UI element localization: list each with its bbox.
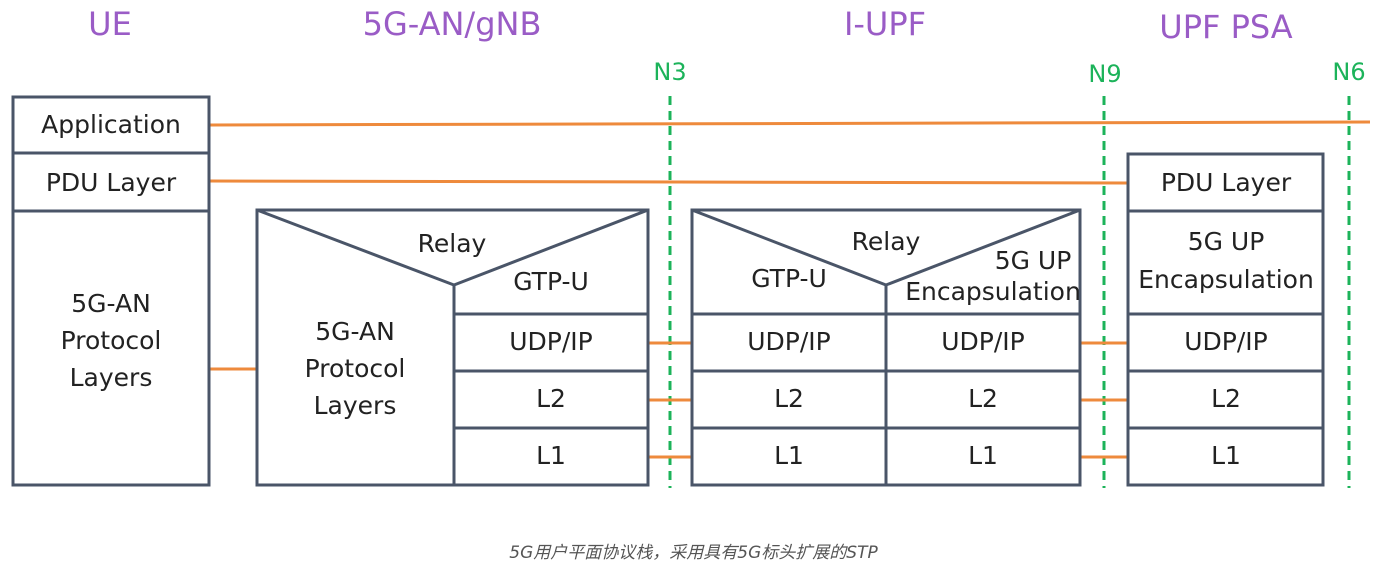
gnb-relay-label: Relay <box>418 229 487 258</box>
gnb-stack: Relay 5G-AN Protocol Layers GTP-U UDP/IP… <box>255 208 650 487</box>
iupf-gtpu-label: GTP-U <box>751 264 827 293</box>
ue-an-protocol-label-line3: Layers <box>70 363 153 392</box>
iupf-udpip-right-label: UDP/IP <box>941 327 1025 356</box>
gnb-l1-label: L1 <box>536 441 566 470</box>
pdu-layer-peer-line <box>208 179 1129 185</box>
interface-label-n3: N3 <box>653 58 686 86</box>
iupf-udpip-left-label: UDP/IP <box>747 327 831 356</box>
gnb-udpip-label: UDP/IP <box>509 327 593 356</box>
iupf-l1-right-label: L1 <box>968 441 998 470</box>
gnb-l2-label: L2 <box>536 384 566 413</box>
ue-an-protocol-label-line1: 5G-AN <box>71 289 151 318</box>
iupf-stack: Relay GTP-U 5G UP Encapsulation UDP/IP U… <box>690 208 1082 487</box>
psa-encap-label-line1: 5G UP <box>1188 227 1265 256</box>
node-title-ue: UE <box>88 5 132 43</box>
protocol-stack-diagram: UE 5G-AN/gNB I-UPF UPF PSA N3 N9 N6 Appl… <box>11 5 1371 488</box>
node-title-iupf: I-UPF <box>844 5 926 43</box>
ue-pdu-layer-label: PDU Layer <box>46 168 177 197</box>
ue-stack: Application PDU Layer 5G-AN Protocol Lay… <box>11 95 211 487</box>
ue-application-label: Application <box>41 110 181 139</box>
gnb-an-protocol-label-line3: Layers <box>314 391 397 420</box>
iupf-l2-right-label: L2 <box>968 384 998 413</box>
gnb-an-protocol-label-line2: Protocol <box>305 354 406 383</box>
application-peer-line <box>208 120 1371 127</box>
iupf-l1-left-label: L1 <box>774 441 804 470</box>
gnb-gtpu-label: GTP-U <box>513 267 589 296</box>
psa-pdu-layer-label: PDU Layer <box>1161 168 1292 197</box>
iupf-relay-label: Relay <box>852 227 921 256</box>
node-title-upf-psa: UPF PSA <box>1159 8 1293 46</box>
iupf-encap-label-line1: 5G UP <box>995 246 1072 275</box>
psa-encap-label-line2: Encapsulation <box>1138 265 1314 294</box>
interface-label-n9: N9 <box>1088 60 1121 88</box>
node-title-gnb: 5G-AN/gNB <box>363 5 542 43</box>
psa-outer-box <box>1126 152 1325 487</box>
psa-l1-label: L1 <box>1211 441 1241 470</box>
upf-psa-stack: PDU Layer 5G UP Encapsulation UDP/IP L2 … <box>1126 152 1325 487</box>
psa-l2-label: L2 <box>1211 384 1241 413</box>
psa-udpip-label: UDP/IP <box>1184 327 1268 356</box>
figure-caption: 5G用户平面协议栈，采用具有5G标头扩展的STP <box>509 543 878 563</box>
interface-label-n6: N6 <box>1332 58 1365 86</box>
iupf-encap-label-line2: Encapsulation <box>905 277 1081 306</box>
ue-an-protocol-label-line2: Protocol <box>61 326 162 355</box>
iupf-l2-left-label: L2 <box>774 384 804 413</box>
gnb-an-protocol-label-line1: 5G-AN <box>315 317 395 346</box>
